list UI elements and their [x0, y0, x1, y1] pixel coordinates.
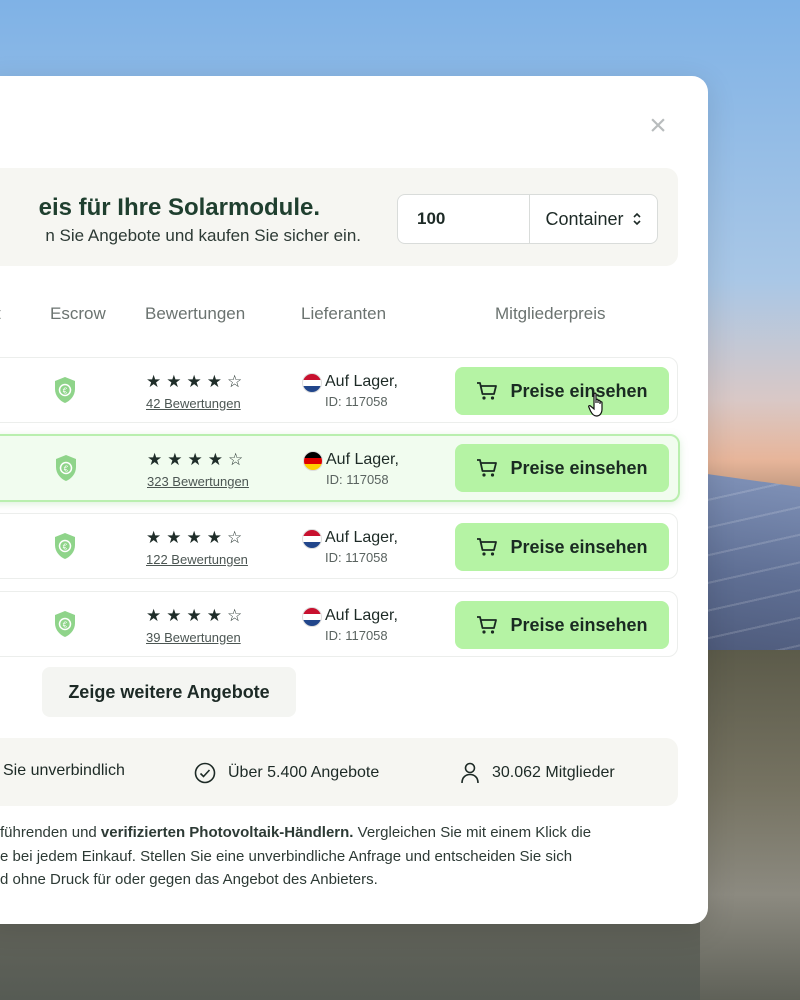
close-icon[interactable]: ×: [647, 111, 669, 141]
rating-stars: ★★★★☆: [146, 528, 248, 547]
rating-stars: ★★★★☆: [147, 450, 249, 469]
solar-panels-background: [700, 472, 800, 678]
offer-row: er € ★★★★☆ 42 Bewertungen Auf Lager, ID:…: [0, 357, 678, 423]
offer-row-highlighted: er € ★★★★☆ 323 Bewertungen Auf Lager, ID…: [0, 434, 680, 502]
column-header-ratings: Bewertungen: [145, 304, 246, 323]
column-header-suppliers: Lieferanten: [301, 304, 387, 323]
offers-modal: × eis für Ihre Solarmodule. n Sie Angebo…: [0, 76, 708, 924]
view-prices-button[interactable]: Preise einsehen: [455, 523, 669, 571]
view-prices-label: Preise einsehen: [510, 457, 648, 478]
column-header-cut: t: [0, 304, 1, 324]
stock-status: Auf Lager,: [325, 529, 398, 546]
view-prices-label: Preise einsehen: [510, 536, 648, 557]
stock-status: Auf Lager,: [325, 607, 398, 624]
user-icon: [461, 762, 479, 784]
escrow-shield-icon: €: [55, 611, 75, 637]
view-prices-button[interactable]: Preise einsehen: [455, 367, 669, 415]
stock-status: Auf Lager,: [325, 373, 398, 390]
benefit-noncommittal-label: Sie unverbindlich: [3, 762, 125, 779]
column-header-member-price: Mitgliederpreis: [495, 304, 606, 323]
hero-subtitle: n Sie Angebote und kaufen Sie sicher ein…: [45, 226, 361, 245]
benefit-noncommittal: Sie unverbindlich: [3, 762, 125, 780]
svg-text:€: €: [63, 543, 68, 552]
quantity-input[interactable]: [398, 195, 530, 243]
footer-line-2: e bei jedem Einkauf. Stellen Sie eine un…: [0, 848, 573, 865]
stock-status: Auf Lager,: [326, 451, 399, 468]
supplier-id: ID: 117058: [326, 472, 389, 487]
reviews-link[interactable]: 122 Bewertungen: [146, 552, 248, 567]
flag-netherlands-icon: [302, 607, 322, 627]
reviews-link[interactable]: 323 Bewertungen: [147, 474, 249, 489]
svg-text:€: €: [63, 621, 68, 630]
offer-row: er € ★★★★☆ 39 Bewertungen Auf Lager, ID:…: [0, 591, 678, 657]
chevron-updown-icon: [632, 212, 641, 226]
column-header-escrow: Escrow: [50, 304, 106, 323]
cart-icon: [477, 616, 498, 634]
benefit-offers-label: Über 5.400 Angebote: [228, 764, 380, 781]
view-prices-button[interactable]: Preise einsehen: [455, 601, 669, 649]
benefit-offers: Über 5.400 Angebote: [194, 762, 379, 784]
unit-select[interactable]: Container: [530, 195, 657, 243]
reviews-link[interactable]: 42 Bewertungen: [146, 396, 241, 411]
escrow-shield-icon: €: [55, 533, 75, 559]
footer-line-3: d ohne Druck für oder gegen das Angebot …: [0, 871, 378, 888]
hand-cursor-icon: [588, 392, 603, 417]
view-prices-button[interactable]: Preise einsehen: [455, 444, 669, 492]
benefits-bar: Sie unverbindlich Über 5.400 Angebote 30…: [0, 738, 678, 806]
escrow-shield-icon: €: [55, 377, 75, 403]
ground-background: [700, 650, 800, 1000]
benefit-members: 30.062 Mitglieder: [460, 762, 615, 784]
check-circle-icon: [194, 762, 216, 784]
view-prices-label: Preise einsehen: [510, 614, 648, 635]
supplier-id: ID: 117058: [325, 550, 388, 565]
cart-icon: [477, 538, 498, 556]
hero-panel: eis für Ihre Solarmodule. n Sie Angebote…: [0, 168, 678, 266]
flag-netherlands-icon: [302, 373, 322, 393]
show-more-offers-button[interactable]: Zeige weitere Angebote: [42, 667, 296, 717]
escrow-shield-icon: €: [56, 455, 76, 481]
hero-title: eis für Ihre Solarmodule.: [38, 194, 320, 221]
flag-germany-icon: [303, 451, 323, 471]
rating-stars: ★★★★☆: [146, 372, 248, 391]
view-prices-label: Preise einsehen: [510, 380, 648, 401]
flag-netherlands-icon: [302, 529, 322, 549]
quantity-selector: Container: [397, 194, 658, 244]
rating-stars: ★★★★☆: [146, 606, 248, 625]
supplier-id: ID: 117058: [325, 628, 388, 643]
footer-line-1: führenden und verifizierten Photovoltaik…: [0, 824, 592, 841]
cart-icon: [477, 382, 498, 400]
svg-text:€: €: [63, 387, 68, 396]
svg-text:€: €: [64, 465, 69, 474]
benefit-members-label: 30.062 Mitglieder: [492, 764, 615, 781]
offer-row: er € ★★★★☆ 122 Bewertungen Auf Lager, ID…: [0, 513, 678, 579]
reviews-link[interactable]: 39 Bewertungen: [146, 630, 241, 645]
supplier-id: ID: 117058: [325, 394, 388, 409]
unit-select-label: Container: [545, 208, 624, 229]
cart-icon: [477, 459, 498, 477]
